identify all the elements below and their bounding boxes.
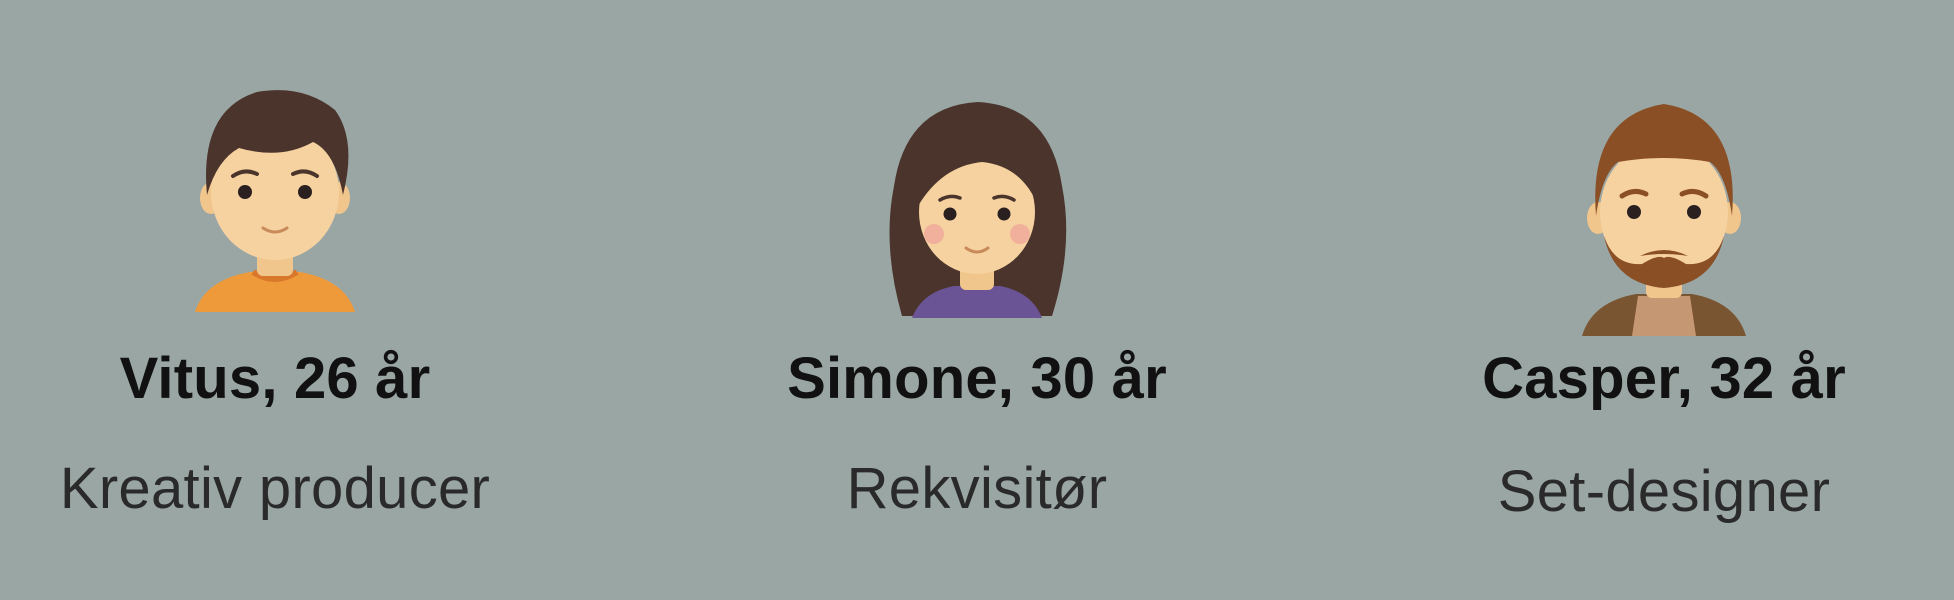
persona-name-age: Casper, 32 år — [1482, 346, 1846, 411]
bearded-male-avatar-icon — [1582, 104, 1746, 336]
persona-role: Set-designer — [1497, 459, 1831, 524]
persona-name-age: Simone, 30 år — [787, 346, 1167, 411]
persona-card-simone: Simone, 30 år Rekvisitør — [717, 0, 1237, 600]
persona-card-casper: Casper, 32 år Set-designer — [1404, 0, 1924, 600]
persona-panel: Vitus, 26 år Kreativ producer Simone, 30… — [0, 0, 1954, 600]
persona-role: Rekvisitør — [846, 456, 1108, 521]
persona-role: Kreativ producer — [59, 456, 491, 521]
female-avatar-icon — [889, 102, 1067, 318]
male-avatar-icon — [195, 90, 355, 312]
persona-card-vitus: Vitus, 26 år Kreativ producer — [15, 0, 535, 600]
persona-name-age: Vitus, 26 år — [119, 346, 431, 411]
